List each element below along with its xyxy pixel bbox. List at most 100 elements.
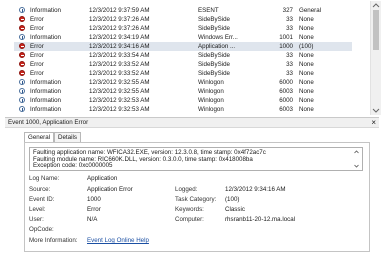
event-source: Winlogon [198,106,224,113]
close-icon[interactable]: × [371,118,376,127]
event-id: 33 [286,52,293,59]
event-date: 12/3/2012 9:32:53 AM [89,97,150,104]
event-source: Winlogon [198,97,224,104]
information-icon [19,34,25,41]
error-icon [19,52,25,59]
task-category-value: (100) [225,196,240,203]
event-row[interactable]: Error 12/3/2012 9:33:52 AM SideBySide 33 Non… [14,69,352,78]
event-category: (100) [299,43,314,50]
logged-label: Logged: [175,186,198,193]
event-row[interactable]: Information 12/3/2012 9:32:53 AM Winlogon 6… [14,105,352,113]
event-source: Winlogon [198,88,224,95]
event-date: 12/3/2012 9:34:16 AM [89,43,150,50]
more-information-label: More Information: [29,237,78,244]
event-list[interactable]: Information 12/3/2012 9:37:59 AM ESENT 327 G… [14,6,352,113]
event-date: 12/3/2012 9:32:53 AM [89,106,150,113]
event-category: None [299,16,314,23]
event-id: 33 [286,70,293,77]
log-name-label: Log Name: [29,175,60,182]
event-date: 12/3/2012 9:37:59 AM [89,7,150,14]
task-category-label: Task Category: [175,196,217,203]
event-category: None [299,61,314,68]
event-level: Error [30,16,44,23]
error-icon [19,43,25,50]
event-level: Information [30,97,61,104]
description-line: Exception code: 0xc0000005 [33,162,113,169]
error-icon [19,61,25,68]
event-source: SideBySide [198,16,230,23]
user-label: User: [29,216,44,223]
event-row[interactable]: Information 12/3/2012 9:37:59 AM ESENT 327 G… [14,6,352,15]
scroll-down-icon[interactable] [372,107,380,114]
level-value: Error [87,206,101,213]
information-icon [19,7,25,14]
description-box[interactable]: Faulting application name: WFICA32.EXE, … [29,147,363,171]
event-detail-header: Event 1000, Application Error × [5,117,379,128]
event-viewer: Information 12/3/2012 9:37:59 AM ESENT 327 G… [0,0,384,257]
information-icon [19,97,25,104]
level-label: Level: [29,206,46,213]
general-panel: Faulting application name: WFICA32.EXE, … [24,142,370,252]
event-level: Error [30,52,44,59]
event-category: None [299,106,314,113]
event-source: SideBySide [198,70,230,77]
event-detail-title: Event 1000, Application Error [8,119,89,126]
event-id: 6000 [279,79,293,86]
event-row[interactable]: Error 12/3/2012 9:33:52 AM SideBySide 33 Non… [14,60,352,69]
keywords-label: Keywords: [175,206,204,213]
scroll-down-icon [354,164,359,168]
event-level: Information [30,34,61,41]
error-icon [19,25,25,32]
event-date: 12/3/2012 9:32:55 AM [89,88,150,95]
event-source: SideBySide [198,25,230,32]
event-level: Error [30,70,44,77]
event-level: Information [30,106,61,113]
event-list-scrollbar[interactable] [370,1,381,115]
event-source: ESENT [198,7,219,14]
event-source: SideBySide [198,61,230,68]
event-id-value: 1000 [87,196,101,203]
event-row[interactable]: Error 12/3/2012 9:34:16 AM Application ...… [14,42,352,51]
event-source: Windows Err... [198,34,238,41]
event-date: 12/3/2012 9:37:26 AM [89,25,150,32]
computer-label: Computer: [175,216,204,223]
event-row[interactable]: Error 12/3/2012 9:37:26 AM SideBySide 33 Non… [14,24,352,33]
event-row[interactable]: Information 12/3/2012 9:32:55 AM Winlogon 6… [14,87,352,96]
event-id: 327 [282,7,293,14]
scroll-thumb[interactable] [373,10,379,50]
event-category: None [299,70,314,77]
event-level: Information [30,7,61,14]
event-date: 12/3/2012 9:33:52 AM [89,70,150,77]
event-row[interactable]: Error 12/3/2012 9:33:54 AM SideBySide 33 Non… [14,51,352,60]
event-date: 12/3/2012 9:34:19 AM [89,34,150,41]
event-row[interactable]: Error 12/3/2012 9:37:26 AM SideBySide 33 Non… [14,15,352,24]
event-category: None [299,52,314,59]
event-level: Information [30,88,61,95]
event-category: General [299,7,322,14]
event-log-online-help-link[interactable]: Event Log Online Help [87,237,149,244]
event-source: Application ... [198,43,236,50]
source-value: Application Error [87,186,133,193]
keywords-value: Classic [225,206,245,213]
scroll-up-icon[interactable] [372,2,380,9]
event-date: 12/3/2012 9:32:55 AM [89,79,150,86]
description-scrollbar[interactable] [353,149,360,169]
event-id: 6003 [279,88,293,95]
event-date: 12/3/2012 9:37:26 AM [89,16,150,23]
event-row[interactable]: Information 12/3/2012 9:32:55 AM Winlogon 6… [14,78,352,87]
event-source: Winlogon [198,79,224,86]
error-icon [19,16,25,23]
event-id: 1000 [279,43,293,50]
event-category: None [299,79,314,86]
event-id: 6003 [279,106,293,113]
event-row[interactable]: Information 12/3/2012 9:34:19 AM Windows E… [14,33,352,42]
event-level: Information [30,79,61,86]
event-id: 6000 [279,97,293,104]
log-name-value: Application [87,175,118,182]
event-id: 33 [286,25,293,32]
event-category: None [299,34,314,41]
event-source: SideBySide [198,52,230,59]
event-id-label: Event ID: [29,196,55,203]
event-id: 33 [286,61,293,68]
event-row[interactable]: Information 12/3/2012 9:32:53 AM Winlogon 6… [14,96,352,105]
